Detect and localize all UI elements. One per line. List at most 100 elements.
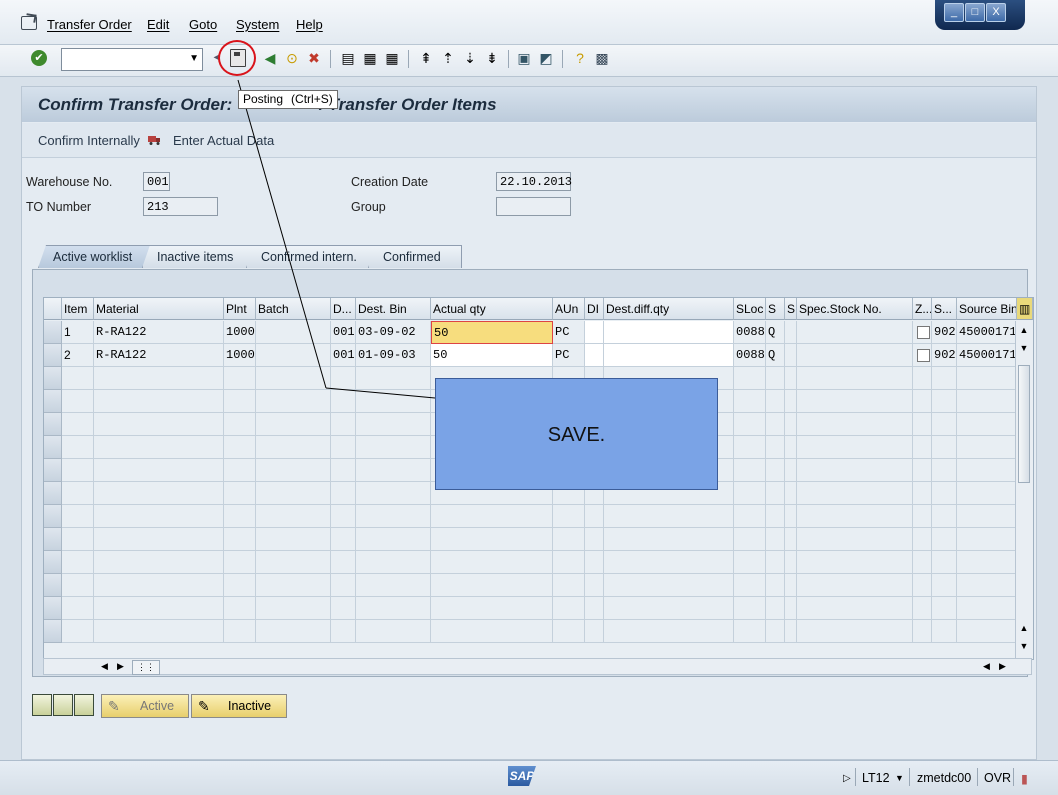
row-selector[interactable] (44, 390, 62, 413)
column-header[interactable]: Dest. Bin (356, 298, 431, 320)
column-header[interactable]: Z... (913, 298, 932, 320)
scroll-left-icon[interactable]: ◀ (980, 660, 993, 673)
cancel-icon[interactable]: ✖ (306, 50, 322, 66)
column-header[interactable]: D... (331, 298, 356, 320)
empty-cell (797, 390, 913, 413)
row-selector[interactable] (44, 528, 62, 551)
print-icon[interactable]: ▤ (340, 50, 356, 66)
column-header[interactable]: DI (585, 298, 604, 320)
scroll-right-icon[interactable]: ▶ (996, 660, 1009, 673)
command-field[interactable]: ▼ (61, 48, 203, 71)
column-header[interactable]: SLoc (734, 298, 766, 320)
row-checkbox[interactable] (917, 326, 930, 339)
scroll-up-icon[interactable]: ▲ (1018, 323, 1030, 337)
scroll-left-icon[interactable]: ◀ (98, 660, 111, 673)
tab-inactive-items[interactable]: Inactive items (142, 245, 260, 268)
maximize-icon[interactable]: □ (965, 3, 985, 22)
scroll-down-icon[interactable]: ▼ (1018, 639, 1030, 653)
column-header[interactable]: S... (932, 298, 957, 320)
di-input[interactable] (585, 321, 604, 344)
exit-icon[interactable]: ⊙ (284, 50, 300, 66)
creation-date-field[interactable]: 22.10.2013 (496, 172, 572, 191)
enter-actual-data-button[interactable]: Enter Actual Data (173, 133, 274, 148)
find-next-icon[interactable]: ▦ (384, 50, 400, 66)
row-selector[interactable] (44, 413, 62, 436)
row-selector[interactable] (44, 321, 62, 344)
details-icon[interactable] (32, 694, 52, 716)
row-selector[interactable] (44, 344, 62, 367)
menu-edit[interactable]: Edit (147, 17, 169, 32)
tooltip-shortcut: (Ctrl+S) (291, 92, 333, 106)
chevron-down-icon[interactable]: ▼ (895, 773, 904, 783)
row-selector[interactable] (44, 505, 62, 528)
help-icon[interactable]: ? (572, 50, 588, 66)
di-input[interactable] (585, 344, 604, 367)
column-header[interactable]: Item (62, 298, 94, 320)
last-page-icon[interactable]: ⇟ (484, 50, 500, 66)
column-header[interactable]: AUn (553, 298, 585, 320)
shortcut-icon[interactable]: ◩ (538, 50, 554, 66)
row-selector[interactable] (44, 597, 62, 620)
tab-confirmed[interactable]: Confirmed (368, 245, 462, 268)
scroll-up-icon[interactable]: ▲ (1018, 621, 1030, 635)
empty-cell (766, 620, 785, 643)
status-mode[interactable]: OVR (984, 771, 1011, 785)
column-header[interactable]: Plnt (224, 298, 256, 320)
close-icon[interactable]: X (986, 3, 1006, 22)
row-selector[interactable] (44, 574, 62, 597)
new-session-icon[interactable]: ▣ (516, 50, 532, 66)
scroll-right-icon[interactable]: ▶ (114, 660, 127, 673)
confirm-internally-button[interactable]: Confirm Internally (38, 133, 140, 148)
column-header[interactable]: Dest.diff.qty (604, 298, 734, 320)
layout-menu-icon[interactable]: ▩ (594, 50, 610, 66)
row-selector[interactable] (44, 551, 62, 574)
scroll-down-icon[interactable]: ▼ (1018, 341, 1030, 355)
actual-qty-input[interactable]: 50 (431, 344, 553, 367)
tab-confirmed-intern[interactable]: Confirmed intern. (246, 245, 382, 268)
inactive-button[interactable]: ✎ Inactive (191, 694, 287, 718)
next-page-icon[interactable]: ⇣ (462, 50, 478, 66)
column-header[interactable]: S (766, 298, 785, 320)
find-icon[interactable]: ▦ (362, 50, 378, 66)
truck-icon[interactable] (147, 132, 161, 146)
hscroll-thumb[interactable]: ⋮⋮ (132, 660, 160, 675)
row-selector[interactable] (44, 620, 62, 643)
chevron-down-icon[interactable]: ▼ (189, 53, 199, 64)
menu-transfer-order[interactable]: Transfer Order (47, 17, 132, 32)
back-icon[interactable]: ◀ (262, 50, 278, 66)
enter-check-icon[interactable]: ✔ (31, 50, 47, 66)
dest-diff-qty-input[interactable] (604, 321, 734, 344)
first-page-icon[interactable]: ⇞ (418, 50, 434, 66)
active-button[interactable]: ✎ Active (101, 694, 189, 718)
row-selector[interactable] (44, 459, 62, 482)
warehouse-field[interactable]: 001 (143, 172, 170, 191)
minimize-icon[interactable]: _ (944, 3, 964, 22)
column-header[interactable]: Spec.Stock No. (797, 298, 913, 320)
menu-help[interactable]: Help (296, 17, 323, 32)
select-all-icon[interactable] (53, 694, 73, 716)
menu-exit-icon[interactable] (21, 16, 37, 30)
dest-diff-qty-input[interactable] (604, 344, 734, 367)
previous-page-icon[interactable]: ⇡ (440, 50, 456, 66)
column-settings-icon[interactable]: ▥ (1017, 298, 1033, 320)
row-selector[interactable] (44, 436, 62, 459)
row-checkbox[interactable] (917, 349, 930, 362)
horizontal-scrollbar[interactable]: ◀ ▶ ⋮⋮ ◀ ▶ (43, 658, 1032, 675)
vertical-scrollbar[interactable]: ▲ ▼ ▲ ▼ (1015, 321, 1033, 659)
to-number-field[interactable]: 213 (143, 197, 218, 216)
status-expand-icon[interactable]: ▷ (843, 773, 851, 784)
column-header[interactable]: Material (94, 298, 224, 320)
column-header[interactable]: Source Bin (957, 298, 1017, 320)
menu-system[interactable]: System (236, 17, 279, 32)
row-selector[interactable] (44, 482, 62, 505)
column-header[interactable]: Batch (256, 298, 331, 320)
column-header[interactable]: S (785, 298, 797, 320)
scroll-thumb[interactable] (1018, 365, 1030, 483)
row-selector[interactable] (44, 367, 62, 390)
menu-goto[interactable]: Goto (189, 17, 217, 32)
deselect-all-icon[interactable] (74, 694, 94, 716)
actual-qty-input[interactable]: 50 (431, 321, 553, 344)
group-field[interactable] (496, 197, 571, 216)
select-all-cell[interactable] (44, 298, 62, 320)
column-header[interactable]: Actual qty (431, 298, 553, 320)
